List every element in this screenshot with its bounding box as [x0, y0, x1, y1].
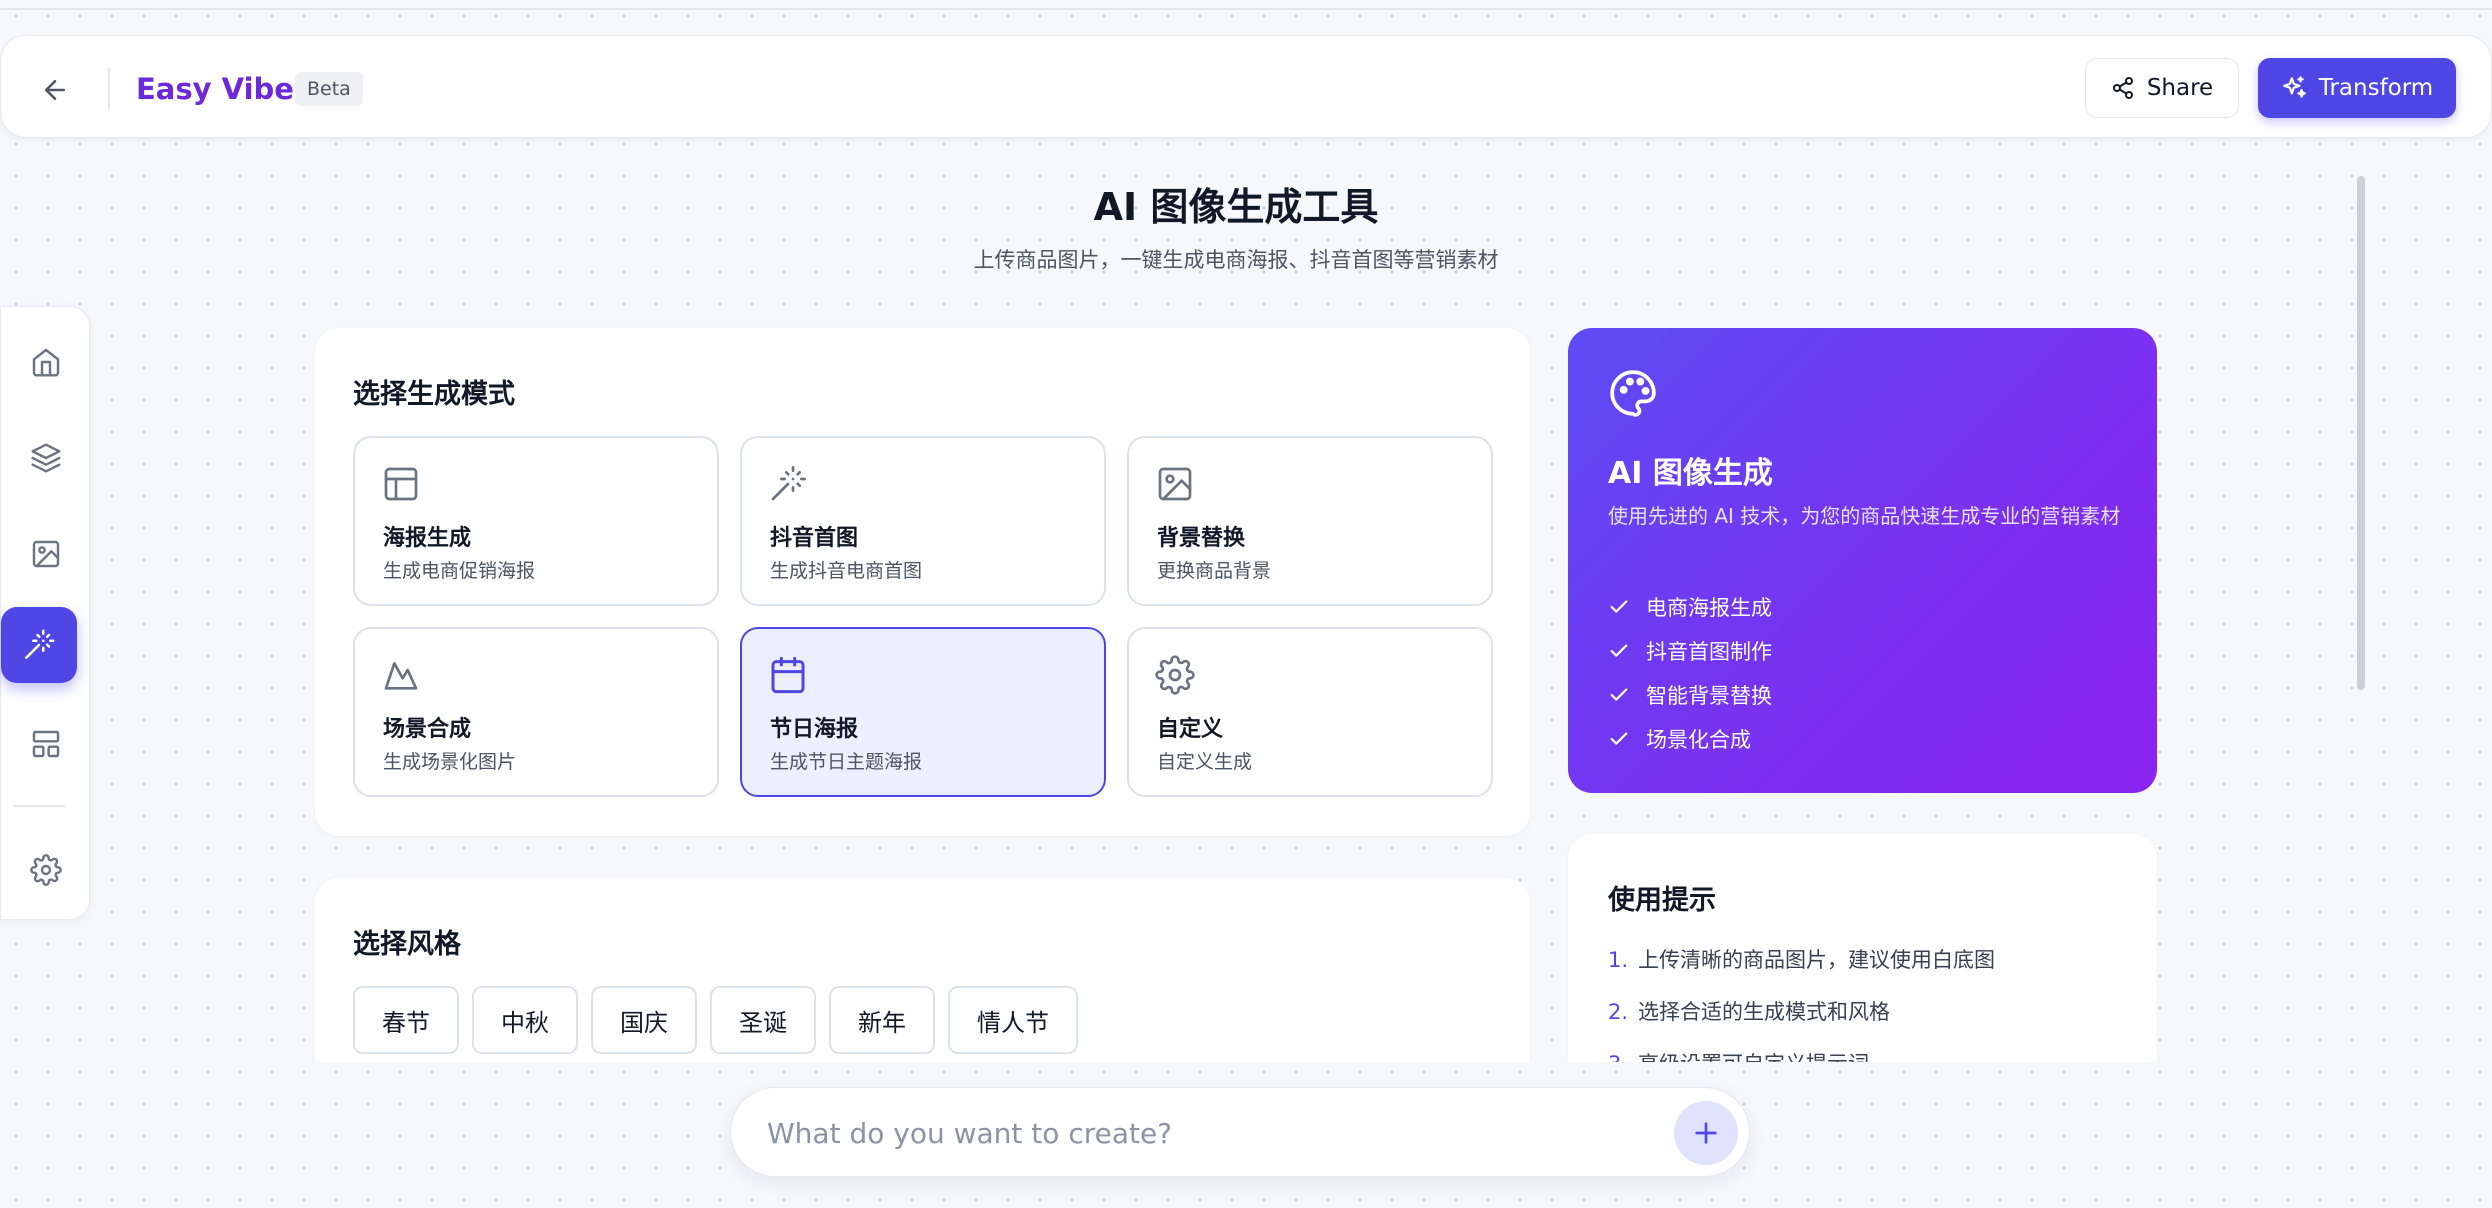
top-divider [0, 8, 2492, 10]
tip-item: 1. 上传清晰的商品图片，建议使用白底图 [1608, 944, 1995, 974]
tips-title: 使用提示 [1608, 885, 1716, 916]
promo-feature: 智能背景替换 [1608, 680, 1772, 710]
main-scrollbar[interactable] [2357, 176, 2365, 690]
sidebar-item-ai-generate[interactable] [1, 607, 77, 683]
left-sidebar [0, 306, 90, 920]
page-title: AI 图像生成工具 [1093, 185, 1379, 229]
mode-title: 背景替换 [1157, 526, 1246, 551]
sidebar-divider [13, 805, 65, 807]
mode-desc: 生成节日主题海报 [770, 751, 923, 773]
promo-feature: 场景化合成 [1608, 724, 1751, 754]
share-button[interactable]: Share [2085, 58, 2239, 118]
mode-section-title: 选择生成模式 [353, 379, 515, 410]
mode-tile-holiday-poster[interactable]: 节日海报 生成节日主题海报 [740, 627, 1106, 797]
back-button[interactable] [31, 66, 79, 114]
mode-desc: 自定义生成 [1157, 751, 1253, 773]
home-icon [32, 348, 60, 377]
page-subtitle: 上传商品图片，一键生成电商海报、抖音首图等营销素材 [973, 248, 1499, 272]
style-chip[interactable]: 国庆 [591, 986, 697, 1054]
mode-tile-douyin-cover[interactable]: 抖音首图 生成抖音电商首图 [740, 436, 1106, 606]
transform-button[interactable]: Transform [2258, 58, 2456, 118]
style-chip[interactable]: 情人节 [948, 986, 1078, 1054]
mode-tile-scene[interactable]: 场景合成 生成场景化图片 [353, 627, 719, 797]
feature-label: 智能背景替换 [1646, 684, 1772, 708]
promo-desc: 使用先进的 AI 技术，为您的商品快速生成专业的营销素材 [1608, 504, 2121, 528]
plus-icon [1695, 1122, 1717, 1144]
mode-title: 节日海报 [770, 717, 859, 742]
tip-number: 2. [1608, 1000, 1629, 1024]
arrow-left-icon [45, 80, 65, 100]
mode-desc: 生成电商促销海报 [383, 560, 536, 582]
tip-number: 1. [1608, 948, 1629, 972]
mountain-icon [384, 662, 418, 690]
style-section-title: 选择风格 [353, 929, 461, 960]
prompt-bar [730, 1087, 1750, 1177]
check-icon [1610, 688, 1628, 701]
mode-tile-poster[interactable]: 海报生成 生成电商促销海报 [353, 436, 719, 606]
layers-icon [31, 443, 61, 473]
generation-mode-card: 选择生成模式 海报生成 生成电商促销海报 抖音首图 生成抖音电商首图 背景替换 … [315, 328, 1530, 836]
tip-text: 上传清晰的商品图片，建议使用白底图 [1638, 948, 1996, 972]
sparkles-icon [2282, 76, 2306, 98]
share-icon [2112, 77, 2133, 99]
mode-title: 海报生成 [383, 526, 472, 551]
sidebar-item-settings[interactable] [13, 837, 79, 903]
style-chip[interactable]: 圣诞 [710, 986, 816, 1054]
palette-icon [1610, 370, 1656, 417]
tip-item: 2. 选择合适的生成模式和风格 [1608, 996, 1890, 1026]
magic-wand-icon [24, 629, 55, 660]
promo-feature: 电商海报生成 [1608, 592, 1772, 622]
mode-tile-custom[interactable]: 自定义 自定义生成 [1127, 627, 1493, 797]
mode-desc: 更换商品背景 [1157, 560, 1272, 582]
sidebar-item-images[interactable] [13, 521, 79, 587]
magic-wand-icon [771, 466, 806, 501]
check-icon [1610, 644, 1628, 657]
style-chip[interactable]: 中秋 [472, 986, 578, 1054]
share-label: Share [2146, 75, 2214, 101]
feature-label: 电商海报生成 [1646, 596, 1772, 620]
feature-label: 抖音首图制作 [1646, 640, 1772, 664]
sidebar-item-layout[interactable] [13, 711, 79, 777]
promo-title: AI 图像生成 [1608, 456, 1773, 491]
image-icon [32, 540, 60, 568]
transform-label: Transform [2318, 75, 2434, 101]
prompt-input[interactable] [767, 1110, 1607, 1156]
calendar-icon [771, 656, 805, 694]
mode-desc: 生成场景化图片 [383, 751, 517, 773]
header-divider [108, 68, 110, 110]
sidebar-item-home[interactable] [13, 329, 79, 395]
ai-promo-card: AI 图像生成 使用先进的 AI 技术，为您的商品快速生成专业的营销素材 电商海… [1568, 328, 2157, 793]
mode-title: 自定义 [1157, 717, 1224, 742]
style-chip[interactable]: 春节 [353, 986, 459, 1054]
app-header: Easy Vibe Beta Share Transform [0, 35, 2492, 138]
layout-icon [32, 730, 60, 758]
add-button[interactable] [1674, 1101, 1738, 1165]
feature-label: 场景化合成 [1646, 728, 1751, 752]
sidebar-item-layers[interactable] [13, 425, 79, 491]
check-icon [1610, 732, 1628, 745]
tip-text: 选择合适的生成模式和风格 [1638, 1000, 1891, 1024]
beta-badge: Beta [295, 72, 363, 106]
image-icon [1158, 467, 1192, 501]
mode-tile-background-replace[interactable]: 背景替换 更换商品背景 [1127, 436, 1493, 606]
app-title: Easy Vibe [136, 72, 294, 106]
layout-icon [384, 467, 418, 501]
check-icon [1610, 600, 1628, 613]
style-chip[interactable]: 新年 [829, 986, 935, 1054]
gear-icon [1155, 655, 1195, 695]
mode-desc: 生成抖音电商首图 [770, 560, 923, 582]
promo-feature: 抖音首图制作 [1608, 636, 1772, 666]
gear-icon [30, 854, 62, 886]
mode-title: 场景合成 [383, 717, 472, 742]
mode-title: 抖音首图 [770, 526, 859, 551]
